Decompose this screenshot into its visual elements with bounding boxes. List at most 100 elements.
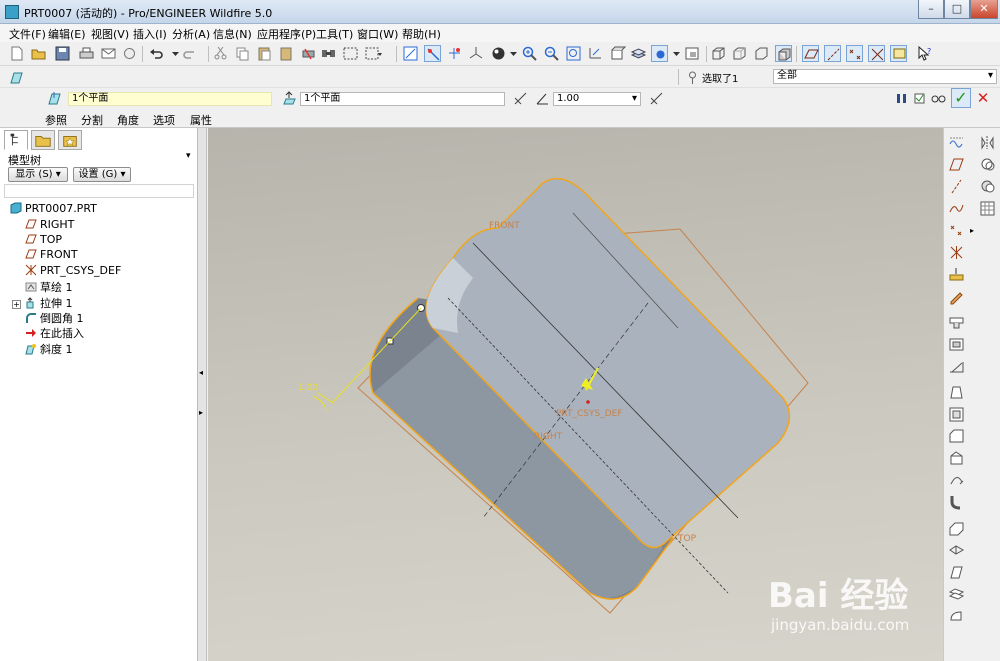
model-canvas[interactable]: FRONT RIGHT TOP PRT_CSYS_DEF 1.00 xyxy=(208,128,943,661)
menu-help[interactable]: 帮助(H) xyxy=(402,26,441,42)
mirror-geometry-icon[interactable] xyxy=(979,134,996,151)
tree-item-sketch[interactable]: 草绘 1 xyxy=(25,279,73,294)
menu-file[interactable]: 文件(F) xyxy=(9,26,46,42)
copy-icon[interactable] xyxy=(234,45,251,62)
saved-views-icon[interactable] xyxy=(609,45,626,62)
menu-window[interactable]: 窗口(W) xyxy=(357,26,398,42)
draft-tool-icon[interactable] xyxy=(948,384,965,401)
csys-display-icon[interactable] xyxy=(468,45,485,62)
solidify-geometry-icon[interactable] xyxy=(979,200,996,217)
show-button[interactable]: 显示 (S) ▾ xyxy=(8,167,68,182)
panel-splitter[interactable]: ◂ ▸ xyxy=(198,128,207,661)
tab-references[interactable]: 参照 xyxy=(45,112,67,128)
preview-checkbox-icon[interactable] xyxy=(913,90,930,107)
layers-icon[interactable] xyxy=(630,45,647,62)
datum-curve-tool-icon[interactable] xyxy=(948,200,965,217)
plane-display-icon[interactable] xyxy=(802,45,819,62)
analysis-feature-icon[interactable] xyxy=(948,266,965,283)
axis-display-icon[interactable] xyxy=(824,45,841,62)
sweep-tool-icon[interactable] xyxy=(948,494,965,511)
undo-icon[interactable] xyxy=(148,45,165,62)
datum-axis-tool-icon[interactable] xyxy=(948,178,965,195)
annotation-display-icon[interactable] xyxy=(890,45,907,62)
minimize-button[interactable]: – xyxy=(918,0,944,19)
menu-edit[interactable]: 编辑(E) xyxy=(48,26,86,42)
menu-applications[interactable]: 应用程序(P) xyxy=(257,26,316,42)
cut-icon[interactable] xyxy=(212,45,229,62)
shading-icon[interactable] xyxy=(775,45,792,62)
context-help-icon[interactable]: ? xyxy=(916,45,933,62)
datum-display-filter-icon[interactable] xyxy=(948,134,965,151)
appearance-icon[interactable] xyxy=(684,45,701,62)
menu-info[interactable]: 信息(N) xyxy=(213,26,252,42)
menu-tools[interactable]: 工具(T) xyxy=(316,26,353,42)
offset-geometry-icon[interactable] xyxy=(979,156,996,173)
blend-tool-icon[interactable] xyxy=(948,520,965,537)
expand-right-icon[interactable]: ▸ xyxy=(199,408,203,417)
tree-item-round[interactable]: 倒圆角 1 xyxy=(25,310,84,325)
tab-options[interactable]: 选项 xyxy=(153,112,175,128)
spin-center-icon[interactable] xyxy=(490,45,507,62)
datum-plane-display-icon[interactable] xyxy=(402,45,419,62)
draft-hinge-collector[interactable]: 1个平面 xyxy=(300,92,505,106)
reorient-icon[interactable] xyxy=(587,45,604,62)
view-manager-icon[interactable] xyxy=(651,45,668,62)
angle-flip-icon[interactable] xyxy=(648,90,665,107)
datum-axis-display-icon[interactable] xyxy=(424,45,441,62)
paste-icon[interactable] xyxy=(256,45,273,62)
mirror-tool-icon[interactable] xyxy=(948,564,965,581)
point-display-icon[interactable] xyxy=(846,45,863,62)
find-icon[interactable] xyxy=(320,45,337,62)
wireframe-icon[interactable] xyxy=(710,45,727,62)
zoom-in-icon[interactable] xyxy=(521,45,538,62)
csys-tool-icon[interactable] xyxy=(948,244,965,261)
email-icon[interactable] xyxy=(100,45,117,62)
folder-browser-tab-icon[interactable] xyxy=(31,130,55,150)
selection-dropdown-icon[interactable] xyxy=(365,45,382,62)
draft-angle-input[interactable]: 1.00 ▾ xyxy=(553,92,641,106)
shell-tool-icon[interactable] xyxy=(948,336,965,353)
tree-item-front[interactable]: FRONT xyxy=(25,248,78,262)
pull-direction-flip-icon[interactable] xyxy=(512,90,529,107)
verify-glasses-icon[interactable] xyxy=(930,90,947,107)
maximize-button[interactable]: □ xyxy=(944,0,970,19)
save-icon[interactable] xyxy=(54,45,71,62)
tree-item-extrude[interactable]: + 拉伸 1 xyxy=(12,295,73,310)
chamfer-tool-icon[interactable] xyxy=(948,428,965,445)
tab-angles[interactable]: 角度 xyxy=(117,112,139,128)
expand-plus-icon[interactable]: + xyxy=(12,300,21,309)
email-link-icon[interactable] xyxy=(121,45,138,62)
datum-plane-tool-icon[interactable] xyxy=(948,156,965,173)
sketch-tool-icon[interactable] xyxy=(948,288,965,305)
menu-analysis[interactable]: 分析(A) xyxy=(172,26,210,42)
refit-icon[interactable] xyxy=(565,45,582,62)
draft-surface-collector[interactable]: 1个平面 xyxy=(68,92,272,106)
no-hidden-icon[interactable] xyxy=(753,45,770,62)
ok-checkmark-icon[interactable]: ✓ xyxy=(951,88,971,108)
tree-item-part[interactable]: PRT0007.PRT xyxy=(10,202,97,216)
filter-select[interactable]: 全部 ▾ xyxy=(773,69,997,84)
zoom-out-icon[interactable] xyxy=(543,45,560,62)
round-tool-icon[interactable] xyxy=(948,406,965,423)
datum-point-tool-icon[interactable] xyxy=(948,222,965,239)
csys-toggle-icon[interactable] xyxy=(868,45,885,62)
extrude-tool-icon[interactable] xyxy=(948,450,965,467)
favorites-tab-icon[interactable] xyxy=(58,130,82,150)
tree-item-insert-here[interactable]: 在此插入 xyxy=(25,325,84,340)
menu-view[interactable]: 视图(V) xyxy=(91,26,129,42)
expand-right-icon[interactable]: ▸ xyxy=(970,226,974,235)
regenerate-icon[interactable] xyxy=(300,45,317,62)
pattern-tool-icon[interactable] xyxy=(948,542,965,559)
print-icon[interactable] xyxy=(78,45,95,62)
tree-item-csys[interactable]: PRT_CSYS_DEF xyxy=(25,264,121,278)
angle-dimension-value[interactable]: 1.00 xyxy=(298,383,318,393)
close-button[interactable]: ✕ xyxy=(970,0,998,19)
thicken-geometry-icon[interactable] xyxy=(979,178,996,195)
select-box-icon[interactable] xyxy=(342,45,359,62)
trim-tool-icon[interactable] xyxy=(948,608,965,625)
tree-item-draft[interactable]: 斜度 1 xyxy=(25,341,73,356)
rib-tool-icon[interactable] xyxy=(948,358,965,375)
open-file-icon[interactable] xyxy=(30,45,47,62)
settings-button[interactable]: 设置 (G) ▾ xyxy=(73,167,131,182)
cancel-x-icon[interactable]: ✕ xyxy=(974,89,992,107)
